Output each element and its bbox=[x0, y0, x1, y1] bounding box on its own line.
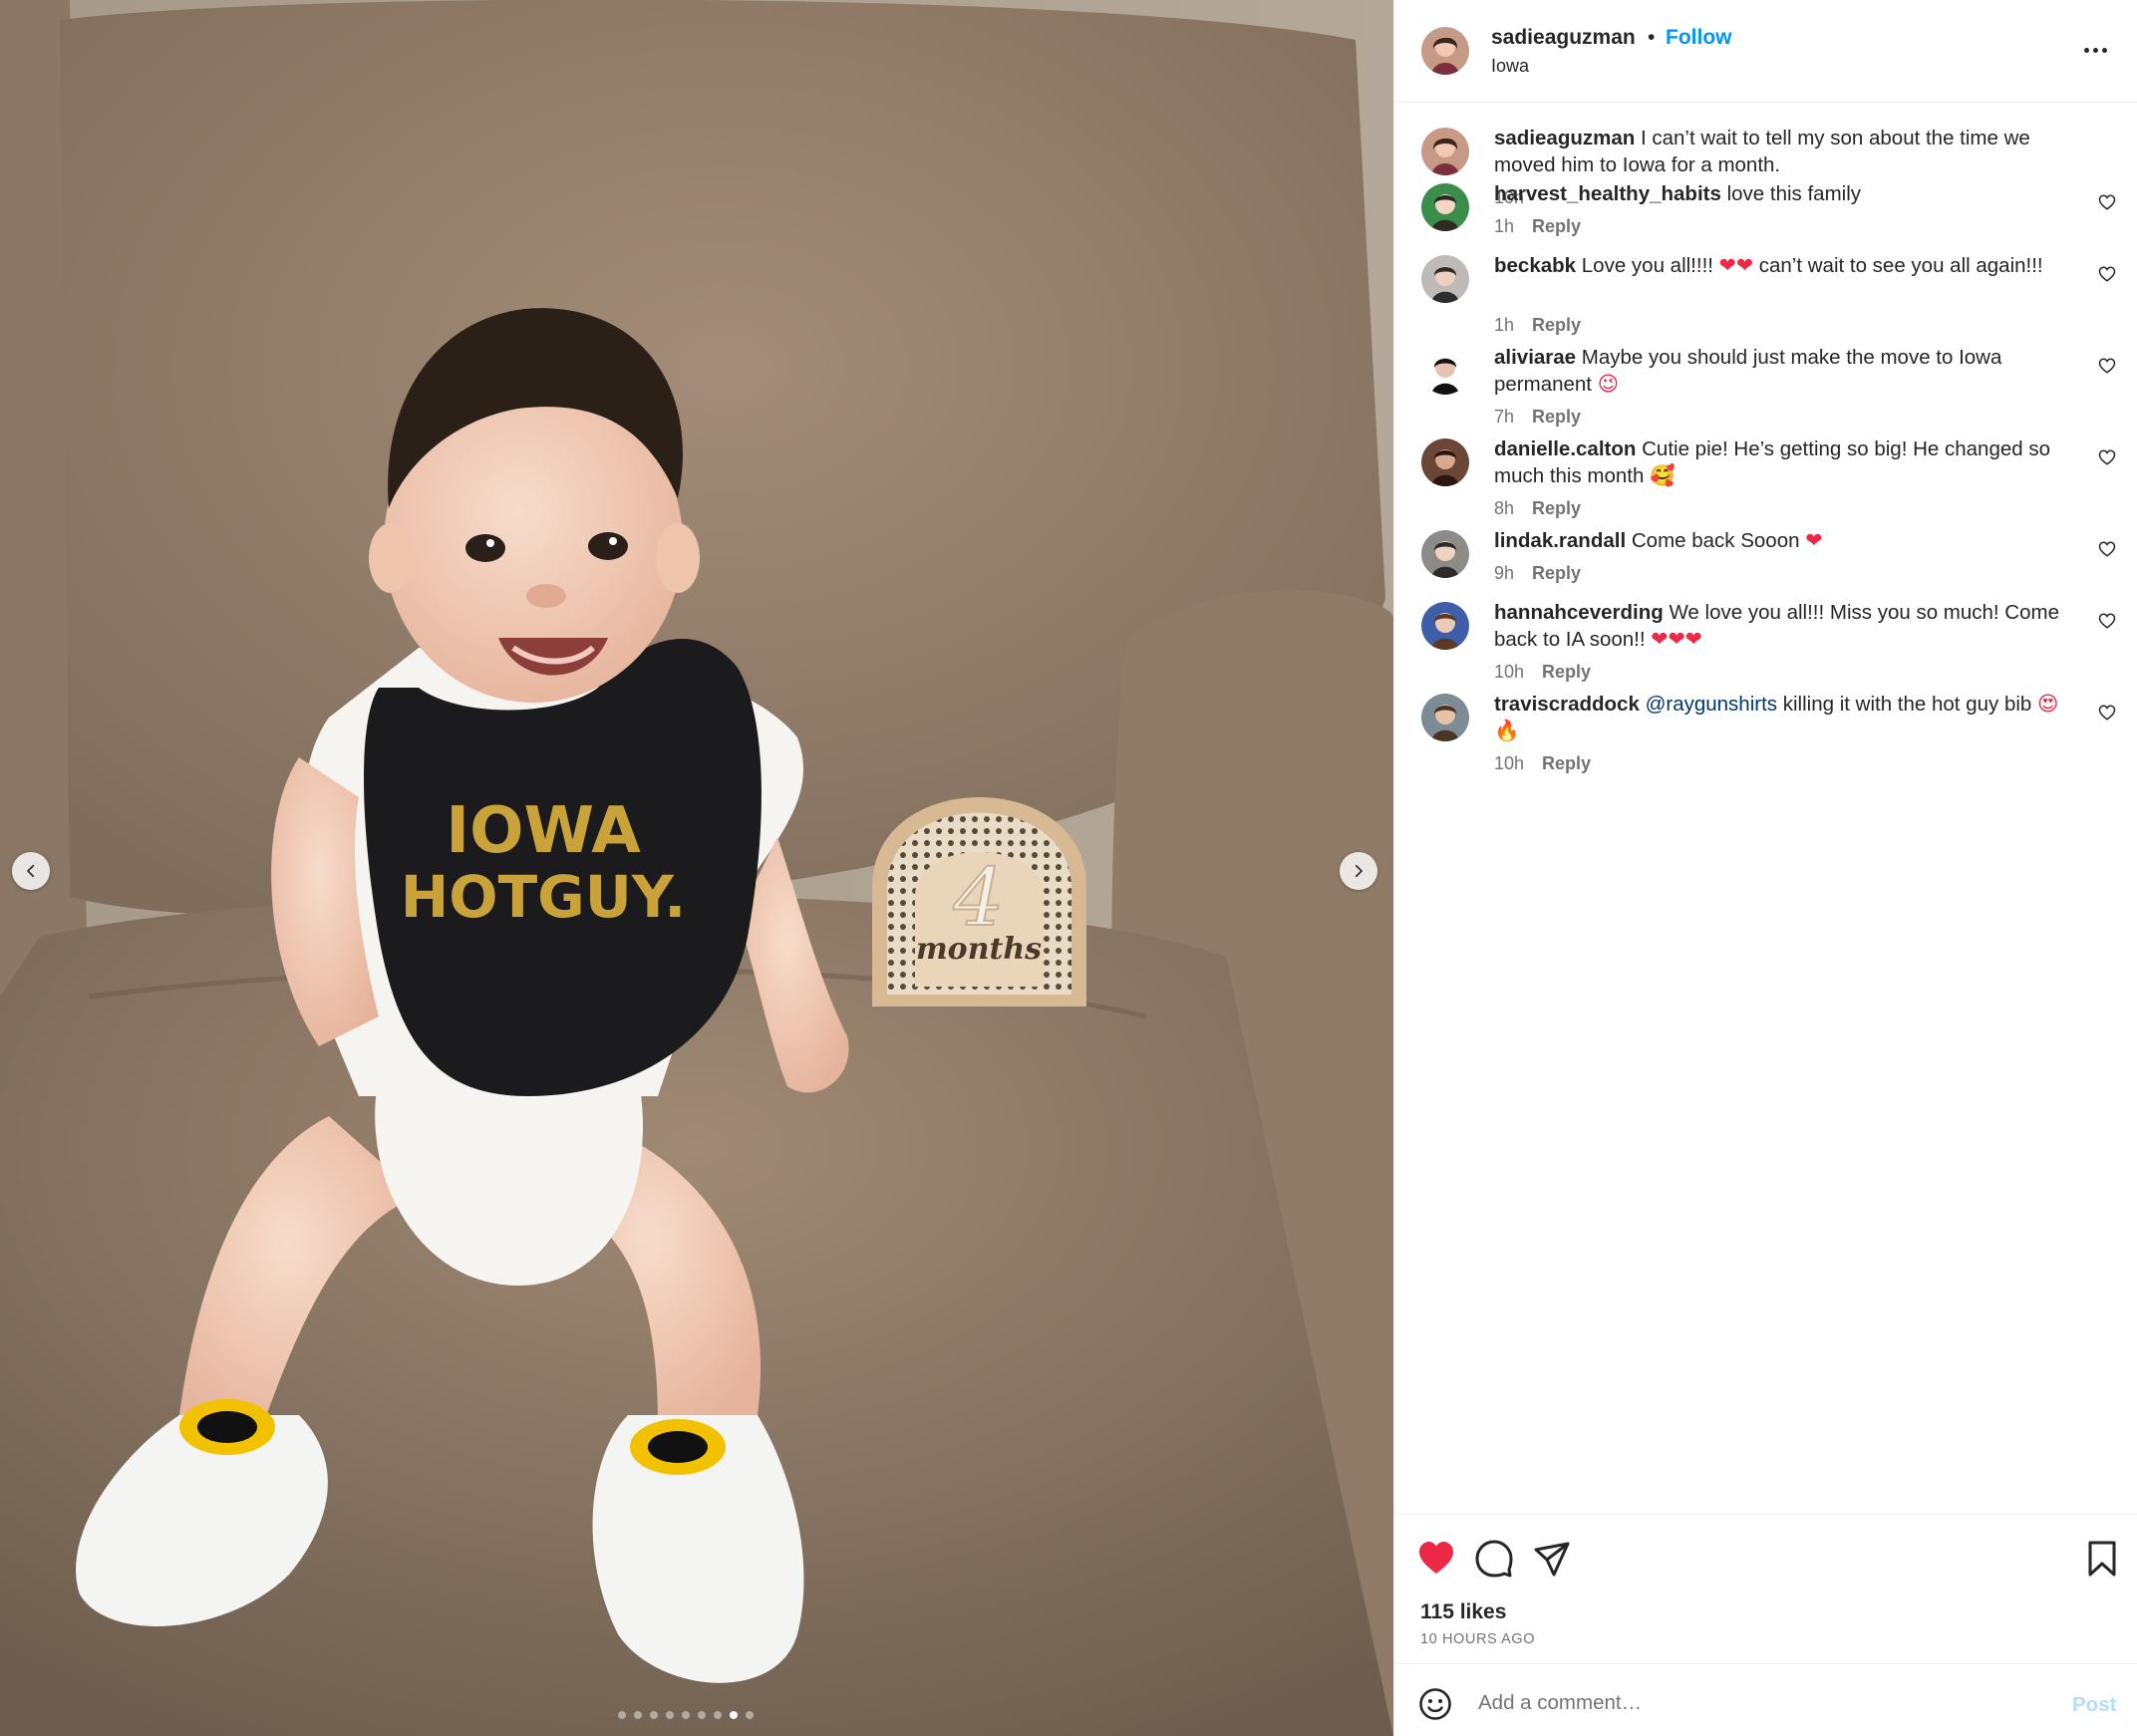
carousel-dot bbox=[618, 1711, 626, 1719]
post-header: sadieaguzman • Follow Iowa bbox=[1394, 0, 2137, 103]
svg-text:IOWA: IOWA bbox=[446, 794, 641, 868]
month-sign: 4 months bbox=[872, 797, 1086, 1007]
next-photo-button[interactable] bbox=[1340, 852, 1377, 890]
comment-time[interactable]: 7h bbox=[1494, 407, 1514, 428]
commenter-avatar[interactable] bbox=[1421, 602, 1469, 650]
emoji-icon[interactable] bbox=[1418, 1687, 1452, 1721]
baby-photo: 4 months IOWA HOTGUY. bbox=[0, 0, 1393, 1736]
comment-username[interactable]: danielle.calton bbox=[1494, 437, 1636, 460]
svg-text:HOTGUY.: HOTGUY. bbox=[401, 863, 687, 931]
reply-button[interactable]: Reply bbox=[1532, 563, 1581, 584]
author-username[interactable]: sadieaguzman bbox=[1491, 26, 1636, 50]
heart-outline-icon[interactable] bbox=[2098, 357, 2116, 375]
commenter-avatar[interactable] bbox=[1421, 694, 1469, 741]
chevron-left-icon bbox=[27, 864, 35, 878]
comment-text: killing it with the hot guy bib bbox=[1782, 693, 2032, 716]
follow-button[interactable]: Follow bbox=[1666, 26, 1732, 50]
heart-outline-icon[interactable] bbox=[2098, 612, 2116, 630]
like-count[interactable]: 115 likes bbox=[1420, 1600, 1506, 1624]
carousel-dot bbox=[650, 1711, 658, 1719]
comment-time[interactable]: 10h bbox=[1494, 753, 1524, 774]
comment-mention[interactable]: @raygunshirts bbox=[1646, 693, 1777, 716]
comment-username[interactable]: harvest_healthy_habits bbox=[1494, 182, 1721, 205]
reply-button[interactable]: Reply bbox=[1542, 753, 1591, 774]
previous-photo-button[interactable] bbox=[12, 852, 50, 890]
comment-time[interactable]: 10h bbox=[1494, 662, 1524, 683]
reply-button[interactable]: Reply bbox=[1542, 662, 1591, 683]
comment-text-after: can’t wait to see you all again!!! bbox=[1758, 254, 2043, 277]
heart-filled-icon[interactable] bbox=[1416, 1539, 1456, 1579]
comment-username[interactable]: beckabk bbox=[1494, 254, 1576, 277]
reply-button[interactable]: Reply bbox=[1532, 498, 1581, 519]
comment-text: love this family bbox=[1726, 182, 1862, 205]
caption-username[interactable]: sadieaguzman bbox=[1494, 127, 1635, 149]
comment-username[interactable]: lindak.randall bbox=[1494, 529, 1626, 552]
comment-time[interactable]: 1h bbox=[1494, 315, 1514, 336]
comment-text: Love you all!!!! bbox=[1581, 254, 1713, 277]
author-avatar[interactable] bbox=[1421, 128, 1469, 175]
comment-username[interactable]: traviscraddock bbox=[1494, 693, 1640, 716]
svg-text:months: months bbox=[916, 932, 1042, 967]
carousel-indicator bbox=[618, 1711, 754, 1719]
reply-button[interactable]: Reply bbox=[1532, 315, 1581, 336]
commenter-avatar[interactable] bbox=[1421, 347, 1469, 395]
comments-list[interactable]: sadieaguzman I can’t wait to tell my son… bbox=[1394, 104, 2137, 1514]
commenter-avatar[interactable] bbox=[1421, 183, 1469, 231]
carousel-dot bbox=[682, 1711, 690, 1719]
chevron-right-icon bbox=[1355, 864, 1363, 878]
more-options-icon[interactable] bbox=[2084, 40, 2114, 60]
svg-text:4: 4 bbox=[953, 851, 1005, 944]
comment-username[interactable]: hannahceverding bbox=[1494, 601, 1664, 624]
reply-button[interactable]: Reply bbox=[1532, 407, 1581, 428]
carousel-dot bbox=[666, 1711, 674, 1719]
comment-emoji: ❤❤❤ bbox=[1651, 628, 1702, 651]
heart-outline-icon[interactable] bbox=[2098, 540, 2116, 558]
add-comment-bar: Post bbox=[1394, 1663, 2137, 1736]
post-actions: 115 likes 10 HOURS AGO bbox=[1394, 1514, 2137, 1663]
post-time[interactable]: 10 HOURS AGO bbox=[1420, 1631, 1535, 1647]
commenter-avatar[interactable] bbox=[1421, 530, 1469, 578]
separator-dot: • bbox=[1648, 26, 1656, 49]
heart-outline-icon[interactable] bbox=[2098, 448, 2116, 466]
post-photo[interactable]: 4 months IOWA HOTGUY. bbox=[0, 0, 1393, 1736]
comment-time[interactable]: 1h bbox=[1494, 216, 1514, 237]
comment-emoji: ❤❤ bbox=[1718, 254, 1754, 277]
author-avatar[interactable] bbox=[1421, 27, 1469, 75]
heart-outline-icon[interactable] bbox=[2098, 265, 2116, 283]
post-sidebar: sadieaguzman • Follow Iowa sadieaguzman … bbox=[1393, 0, 2137, 1736]
comment-emoji: 🥰 bbox=[1650, 464, 1676, 487]
comment-text: Come back Sooon bbox=[1631, 529, 1800, 552]
comment-emoji: ❤ bbox=[1805, 529, 1823, 552]
commenter-avatar[interactable] bbox=[1421, 438, 1469, 486]
comment-time[interactable]: 8h bbox=[1494, 498, 1514, 519]
post-location[interactable]: Iowa bbox=[1491, 56, 1529, 77]
comment-input[interactable] bbox=[1478, 1684, 1996, 1722]
post-comment-button[interactable]: Post bbox=[2072, 1693, 2116, 1717]
heart-outline-icon[interactable] bbox=[2098, 704, 2116, 722]
carousel-dot bbox=[634, 1711, 642, 1719]
heart-outline-icon[interactable] bbox=[2098, 193, 2116, 211]
carousel-dot bbox=[698, 1711, 706, 1719]
comment-username[interactable]: aliviarae bbox=[1494, 346, 1576, 369]
comment-time[interactable]: 9h bbox=[1494, 563, 1514, 584]
carousel-dot bbox=[746, 1711, 754, 1719]
speech-bubble-icon[interactable] bbox=[1474, 1539, 1514, 1579]
carousel-dot bbox=[714, 1711, 722, 1719]
carousel-dot bbox=[730, 1711, 738, 1719]
commenter-avatar[interactable] bbox=[1421, 255, 1469, 303]
reply-button[interactable]: Reply bbox=[1532, 216, 1581, 237]
paper-plane-icon[interactable] bbox=[1532, 1539, 1572, 1579]
comment-emoji: 😉 bbox=[1597, 373, 1620, 396]
bookmark-icon[interactable] bbox=[2082, 1539, 2122, 1579]
